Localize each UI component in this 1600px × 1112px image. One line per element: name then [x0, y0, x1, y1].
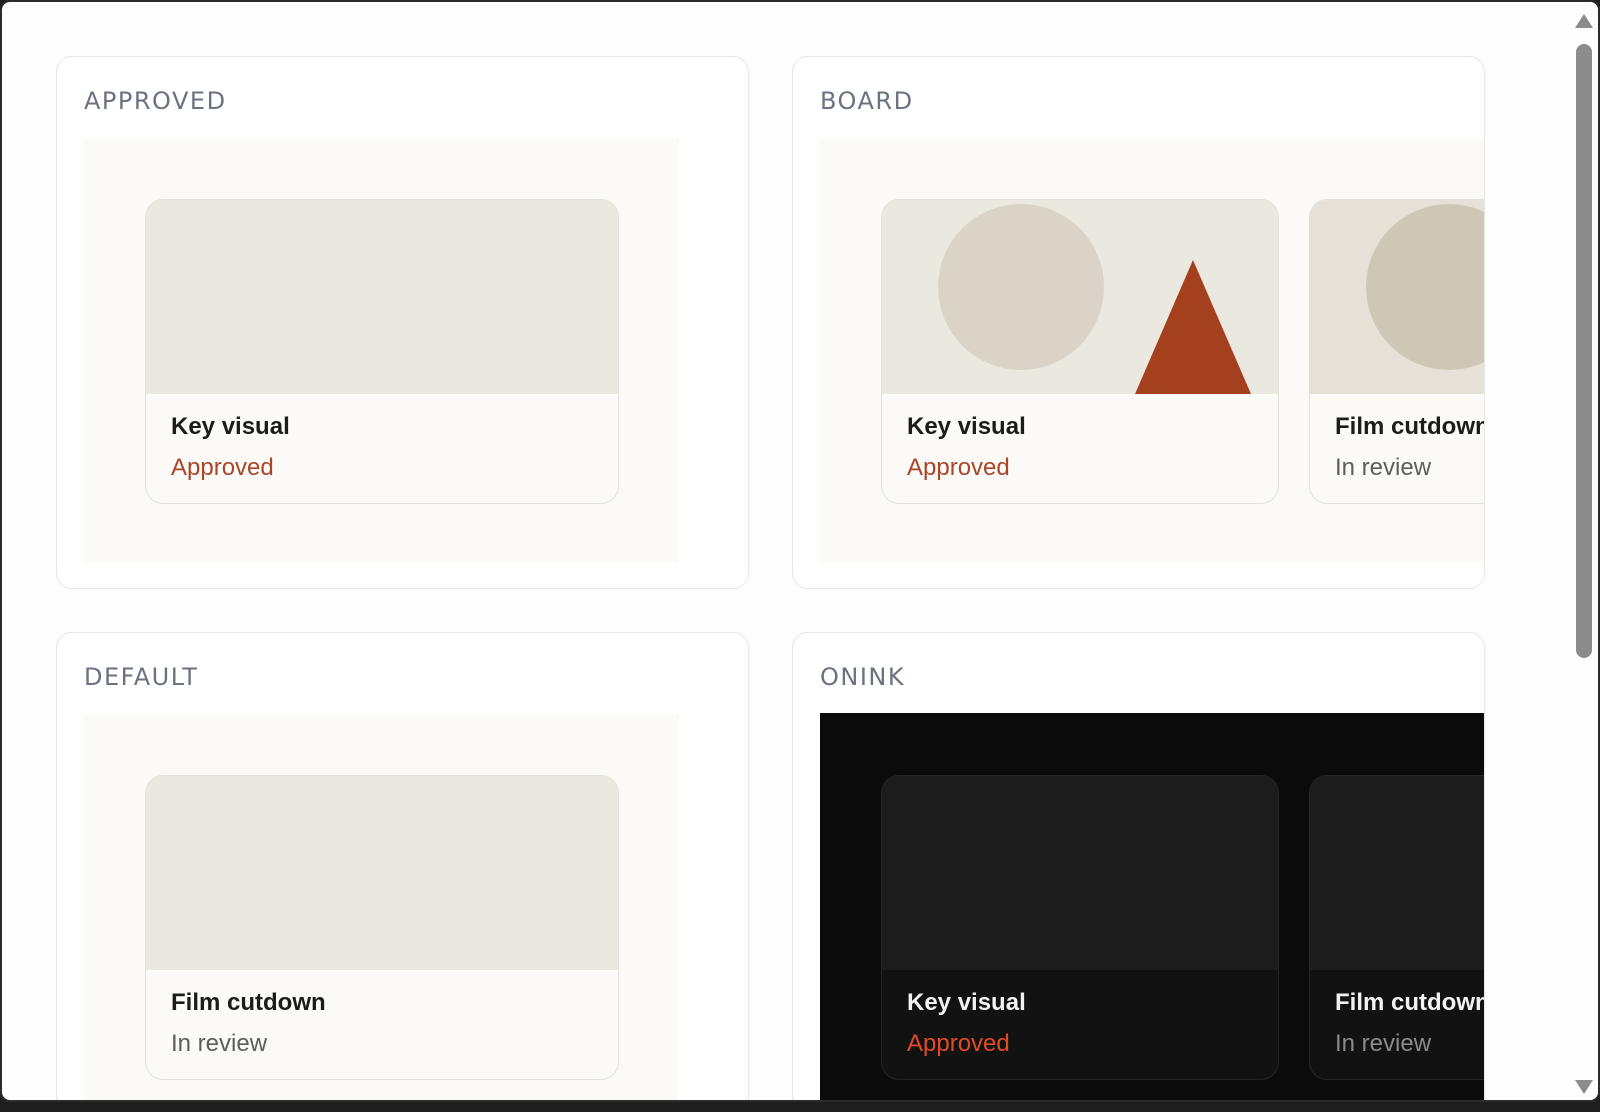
- circle-shape: [938, 204, 1104, 370]
- scroll-viewport[interactable]: APPROVED Key visual Approved BOARD Key v…: [2, 2, 1574, 1100]
- vertical-scrollbar[interactable]: [1570, 2, 1598, 1100]
- preview-window: APPROVED Key visual Approved BOARD Key v…: [0, 0, 1600, 1102]
- preview-stage: Film cutdown In review: [84, 713, 679, 1100]
- panel-label: DEFAULT: [84, 663, 199, 691]
- circle-shape: [1366, 204, 1484, 370]
- panel-label: BOARD: [820, 87, 914, 115]
- card-thumbnail: [146, 200, 618, 394]
- card-status: In review: [1335, 1030, 1432, 1057]
- asset-card[interactable]: Film cutdown In review: [1309, 199, 1485, 504]
- card-title: Key visual: [907, 413, 1026, 440]
- panel-onink: ONINK Key visual Approved Film cutdown I…: [792, 632, 1485, 1100]
- card-status: Approved: [171, 454, 274, 481]
- panel-label: ONINK: [820, 663, 906, 691]
- scrollbar-thumb[interactable]: [1576, 44, 1592, 658]
- scroll-up-arrow-icon[interactable]: [1575, 14, 1593, 28]
- card-thumbnail: [1310, 200, 1484, 394]
- preview-stage-dark: Key visual Approved Film cutdown In revi…: [820, 713, 1485, 1100]
- asset-card[interactable]: Film cutdown In review: [145, 775, 619, 1080]
- triangle-shape: [1135, 260, 1251, 394]
- card-status: In review: [1335, 454, 1432, 481]
- panel-approved: APPROVED Key visual Approved: [56, 56, 749, 589]
- card-thumbnail: [1310, 776, 1484, 970]
- preview-stage: Key visual Approved Film cutdown In revi…: [820, 137, 1485, 563]
- card-title: Film cutdown: [171, 989, 326, 1016]
- card-thumbnail: [882, 200, 1278, 394]
- asset-card[interactable]: Key visual Approved: [881, 199, 1279, 504]
- asset-card[interactable]: Key visual Approved: [881, 775, 1279, 1080]
- card-status: Approved: [907, 1030, 1010, 1057]
- card-title: Film cutdown: [1335, 413, 1485, 440]
- panel-default: DEFAULT Film cutdown In review: [56, 632, 749, 1100]
- card-status: In review: [171, 1030, 268, 1057]
- card-title: Key visual: [171, 413, 290, 440]
- panel-board: BOARD Key visual Approved Film cutdown I…: [792, 56, 1485, 589]
- scroll-down-arrow-icon[interactable]: [1575, 1080, 1593, 1094]
- panel-label: APPROVED: [84, 87, 227, 115]
- card-title: Film cutdown: [1335, 989, 1485, 1016]
- card-title: Key visual: [907, 989, 1026, 1016]
- card-status: Approved: [907, 454, 1010, 481]
- preview-stage: Key visual Approved: [84, 137, 679, 563]
- card-thumbnail: [882, 776, 1278, 970]
- asset-card[interactable]: Key visual Approved: [145, 199, 619, 504]
- asset-card[interactable]: Film cutdown In review: [1309, 775, 1485, 1080]
- card-thumbnail: [146, 776, 618, 970]
